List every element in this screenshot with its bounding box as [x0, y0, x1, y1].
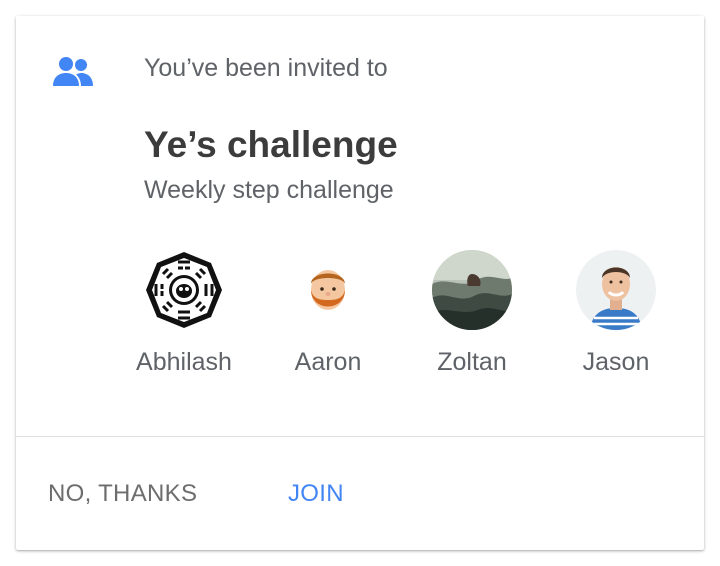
participant-name: Abhilash	[136, 348, 232, 376]
participant-list: Abhilash Aaron Zoltan Jason	[128, 250, 688, 400]
challenge-invite-card: You’ve been invited to Ye’s challenge We…	[16, 16, 704, 550]
participant: Aaron	[268, 250, 388, 377]
group-icon	[52, 56, 94, 88]
participant: Jason	[556, 250, 676, 377]
smiling-man-photo-avatar	[576, 250, 656, 330]
participant-name: Aaron	[294, 348, 362, 376]
participant: Abhilash	[124, 250, 244, 377]
invite-header-text: You’ve been invited to	[144, 54, 388, 82]
decline-button[interactable]: NO, THANKS	[44, 472, 201, 516]
participant-name: Jason	[582, 348, 650, 376]
bearded-cartoon-avatar	[288, 250, 368, 330]
participant: Zoltan	[412, 250, 532, 377]
dharma-logo-avatar	[144, 250, 224, 330]
divider	[16, 436, 704, 437]
challenge-subtitle: Weekly step challenge	[144, 176, 394, 204]
participant-name: Zoltan	[437, 348, 507, 376]
challenge-title: Ye’s challenge	[144, 124, 398, 165]
join-button[interactable]: JOIN	[284, 472, 348, 516]
ocean-wave-photo-avatar	[432, 250, 512, 330]
